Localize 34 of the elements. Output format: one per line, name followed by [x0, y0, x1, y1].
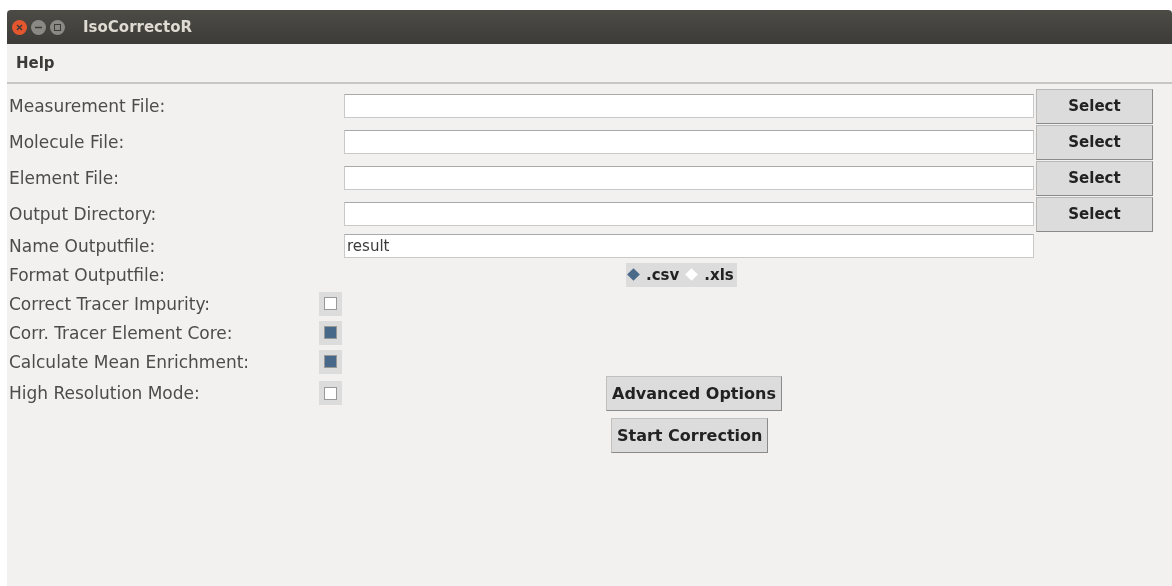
input-field[interactable]: result	[344, 234, 1034, 258]
field-label: Element File:	[8, 168, 120, 188]
input-field[interactable]	[344, 130, 1034, 154]
radio-indicator-icon	[685, 268, 699, 281]
select-button[interactable]: Select	[1036, 196, 1153, 232]
input-field[interactable]	[344, 94, 1034, 118]
radio-option[interactable]: .xls	[687, 265, 734, 284]
start-correction-button[interactable]: Start Correction	[611, 417, 769, 453]
field-label: Molecule File:	[8, 132, 126, 152]
advanced-options-button[interactable]: Advanced Options	[606, 375, 782, 411]
option-label: Calculate Mean Enrichment:	[8, 351, 251, 372]
input-field[interactable]	[344, 202, 1034, 226]
checkbox[interactable]	[324, 355, 337, 368]
select-button[interactable]: Select	[1036, 88, 1153, 124]
window-title: IsoCorrectoR	[83, 18, 192, 36]
close-icon[interactable]	[12, 19, 27, 35]
input-field[interactable]	[344, 166, 1034, 190]
select-button[interactable]: Select	[1036, 160, 1153, 196]
select-button[interactable]: Select	[1036, 124, 1153, 160]
maximize-icon[interactable]	[50, 19, 65, 35]
field-label: Measurement File:	[8, 96, 167, 116]
checkbox[interactable]	[324, 326, 337, 339]
minimize-icon[interactable]	[31, 19, 46, 35]
radio-indicator-icon	[627, 268, 640, 281]
field-label: Name Outputfile:	[8, 236, 157, 256]
field-label: Output Directory:	[8, 204, 158, 224]
field-label: Format Outputfile:	[8, 264, 166, 285]
option-label: Correct Tracer Impurity:	[8, 293, 211, 314]
option-label: High Resolution Mode:	[8, 383, 201, 403]
checkbox[interactable]	[324, 386, 337, 400]
checkbox[interactable]	[324, 297, 337, 310]
radio-option[interactable]: .csv	[629, 265, 680, 284]
option-label: Corr. Tracer Element Core:	[8, 322, 234, 343]
menu-item[interactable]: Help	[16, 54, 55, 72]
